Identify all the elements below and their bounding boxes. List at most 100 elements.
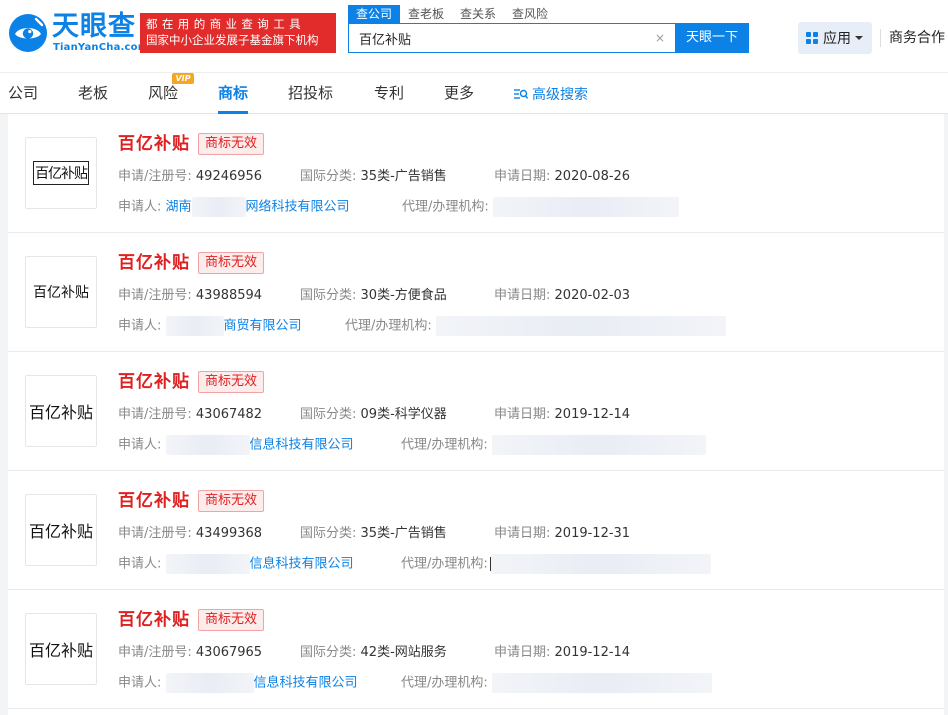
trademark-image-text: 百亿补贴	[28, 641, 93, 660]
eye-logo-icon	[9, 14, 47, 52]
search-box: × 天眼一下	[348, 23, 749, 53]
intl-class-value: 30类-方便食品	[360, 288, 447, 303]
intl-class-field: 国际分类: 35类-广告销售	[300, 169, 447, 184]
intl-class-field: 国际分类: 35类-广告销售	[300, 526, 447, 541]
status-badge: 商标无效	[198, 371, 265, 393]
search-button[interactable]: 天眼一下	[675, 23, 749, 53]
nav-tab-bidding[interactable]: 招投标	[288, 73, 333, 114]
intl-class-value: 35类-广告销售	[360, 526, 447, 541]
applicant-field: 申请人: 信息科技有限公司	[118, 673, 358, 693]
trademark-card[interactable]: 百亿补贴 百亿补贴 商标无效 申请/注册号: 43067965 国际分类: 42…	[8, 590, 944, 709]
apps-menu-button[interactable]: 应用	[798, 22, 872, 54]
apply-date-value: 2019-12-31	[554, 526, 631, 541]
slogan-banner: 都在用的商业查询工具 国家中小企业发展子基金旗下机构	[140, 13, 336, 53]
trademark-name[interactable]: 百亿补贴	[118, 609, 190, 631]
trademark-image[interactable]: 百亿补贴	[25, 613, 97, 685]
nav-tab-boss[interactable]: 老板	[78, 73, 108, 114]
agency-field: 代理/办理机构:	[401, 673, 712, 693]
redacted-block	[165, 554, 250, 574]
trademark-image-text: 百亿补贴	[33, 285, 89, 301]
applicant-link[interactable]: 商贸有限公司	[224, 319, 302, 334]
trademark-name[interactable]: 百亿补贴	[118, 371, 190, 393]
agency-field: 代理/办理机构:	[402, 197, 679, 217]
search-input[interactable]	[349, 24, 675, 52]
redacted-block	[491, 435, 706, 455]
trademark-card[interactable]: 百亿补贴 百亿补贴 商标无效 申请/注册号: 49246956 国际分类: 35…	[8, 114, 944, 233]
apply-date-field: 申请日期: 2019-12-14	[494, 645, 631, 660]
trademark-card[interactable]: 百亿补贴 百亿补贴 商标无效 申请/注册号: 43067482 国际分类: 09…	[8, 352, 944, 471]
apply-date-value: 2020-08-26	[554, 169, 631, 184]
applicant-link[interactable]: 信息科技有限公司	[250, 438, 354, 453]
vip-badge: VIP	[172, 73, 194, 84]
redacted-block	[165, 673, 254, 693]
slogan-line-1: 都在用的商业查询工具	[146, 17, 305, 31]
nav-tab-company[interactable]: 公司	[8, 73, 38, 114]
status-badge: 商标无效	[198, 133, 265, 155]
redacted-block	[490, 554, 711, 574]
trademark-image-text: 百亿补贴	[28, 403, 93, 422]
nav-tab-more[interactable]: 更多	[444, 73, 474, 114]
nav-tab-trademark[interactable]: 商标	[218, 73, 249, 114]
trademark-image[interactable]: 百亿补贴	[25, 494, 97, 566]
top-header: 天眼查 TianYanCha.com 都在用的商业查询工具 国家中小企业发展子基…	[0, 0, 948, 72]
apply-date-value: 2019-12-14	[554, 407, 631, 422]
reg-no-value: 43067482	[195, 407, 263, 422]
applicant-link[interactable]: 网络科技有限公司	[246, 200, 350, 215]
reg-no-value: 43988594	[195, 288, 263, 303]
apply-date-value: 2020-02-03	[554, 288, 631, 303]
status-badge: 商标无效	[198, 609, 265, 631]
redacted-block	[492, 197, 679, 217]
agency-field: 代理/办理机构:	[401, 435, 706, 455]
site-logo[interactable]: 天眼查 TianYanCha.com	[8, 10, 148, 56]
search-tab-company[interactable]: 查公司	[348, 5, 401, 23]
advanced-search-label: 高级搜索	[532, 86, 588, 103]
trademark-name[interactable]: 百亿补贴	[118, 252, 190, 274]
intl-class-field: 国际分类: 42类-网站服务	[300, 645, 447, 660]
slogan-line-2: 国家中小企业发展子基金旗下机构	[146, 33, 319, 47]
apply-date-value: 2019-12-14	[554, 645, 631, 660]
applicant-link[interactable]: 信息科技有限公司	[254, 676, 358, 691]
nav-tab-patent[interactable]: 专利	[374, 73, 404, 114]
business-cooperation-link[interactable]: 商务合作	[889, 29, 945, 47]
trademark-image[interactable]: 百亿补贴	[25, 256, 97, 328]
applicant-prefix-link[interactable]: 湖南	[166, 200, 192, 215]
trademark-image[interactable]: 百亿补贴	[25, 137, 97, 209]
status-badge: 商标无效	[198, 252, 265, 274]
trademark-image-text: 百亿补贴	[33, 161, 89, 185]
intl-class-value: 35类-广告销售	[360, 169, 447, 184]
trademark-name[interactable]: 百亿补贴	[118, 133, 190, 155]
header-divider	[880, 29, 881, 47]
redacted-block	[191, 197, 246, 217]
logo-title: 天眼查	[52, 11, 136, 42]
advanced-search-link[interactable]: 高级搜索	[514, 73, 588, 114]
grid-icon	[806, 32, 818, 44]
applicant-field: 申请人: 信息科技有限公司	[118, 554, 354, 574]
apply-date-field: 申请日期: 2019-12-14	[494, 407, 631, 422]
applicant-field: 申请人: 湖南 网络科技有限公司	[118, 197, 350, 217]
trademark-card[interactable]: 百亿补贴 百亿补贴 商标无效 申请/注册号: 43499368 国际分类: 35…	[8, 471, 944, 590]
reg-no-value: 43067965	[195, 645, 263, 660]
intl-class-value: 09类-科学仪器	[360, 407, 447, 422]
reg-no-field: 申请/注册号: 43067482	[118, 407, 263, 422]
reg-no-field: 申请/注册号: 43067965	[118, 645, 263, 660]
trademark-name[interactable]: 百亿补贴	[118, 490, 190, 512]
reg-no-value: 43499368	[195, 526, 263, 541]
trademark-image[interactable]: 百亿补贴	[25, 375, 97, 447]
applicant-link[interactable]: 信息科技有限公司	[250, 557, 354, 572]
reg-no-field: 申请/注册号: 43988594	[118, 288, 263, 303]
apps-label: 应用	[823, 31, 851, 47]
apply-date-field: 申请日期: 2020-08-26	[494, 169, 631, 184]
trademark-card[interactable]: 百亿补贴 百亿补贴 商标无效 申请/注册号: 43988594 国际分类: 30…	[8, 233, 944, 352]
search-tab-risk[interactable]: 查风险	[504, 5, 556, 23]
search-tab-boss[interactable]: 查老板	[400, 5, 452, 23]
caret-down-icon	[855, 36, 863, 40]
search-type-tabs: 查公司 查老板 查关系 查风险	[348, 5, 556, 23]
intl-class-value: 42类-网站服务	[360, 645, 447, 660]
clear-icon[interactable]: ×	[653, 31, 667, 45]
search-tab-relation[interactable]: 查关系	[452, 5, 504, 23]
intl-class-field: 国际分类: 09类-科学仪器	[300, 407, 447, 422]
reg-no-field: 申请/注册号: 49246956	[118, 169, 263, 184]
agency-field: 代理/办理机构:	[345, 316, 726, 336]
agency-field: 代理/办理机构:	[401, 554, 711, 574]
trademark-image-text: 百亿补贴	[28, 522, 93, 541]
